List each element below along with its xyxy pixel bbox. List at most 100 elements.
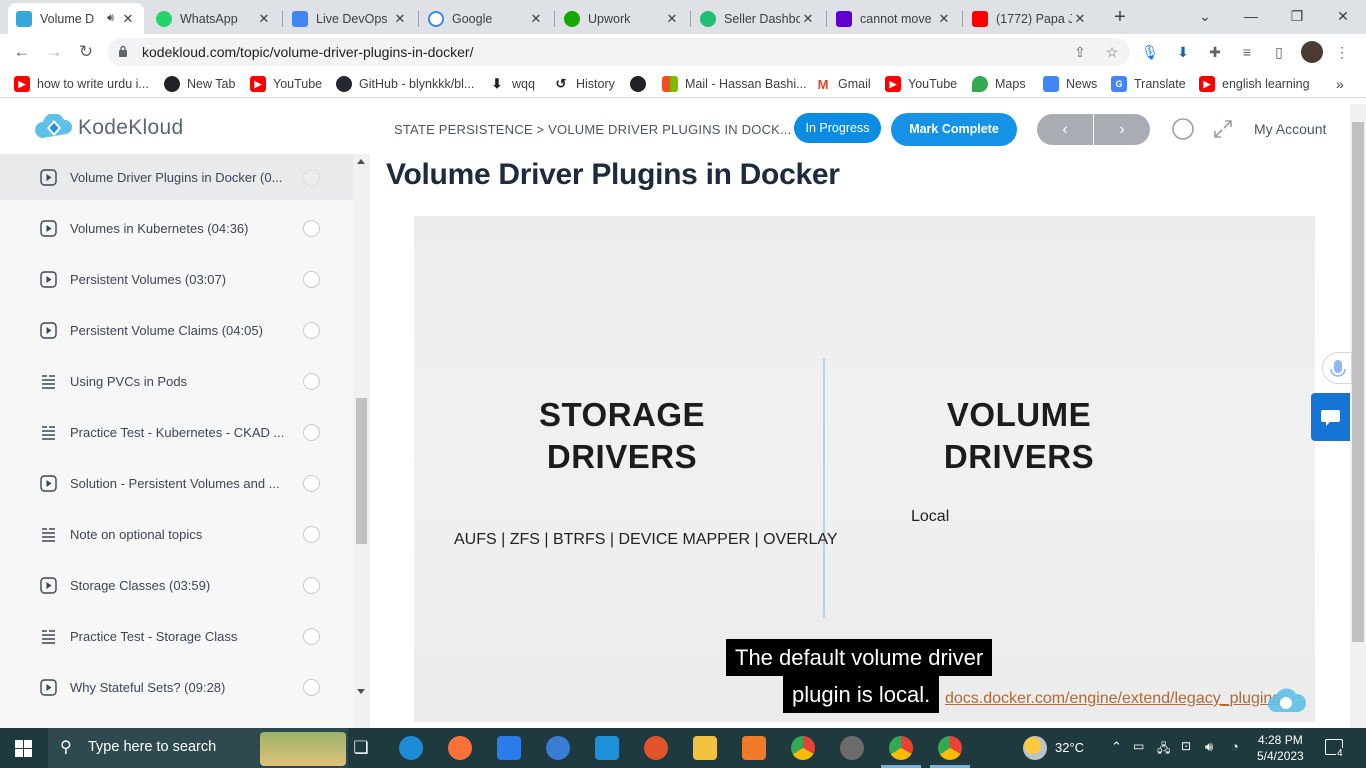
profile-avatar[interactable] — [1301, 41, 1323, 63]
close-icon[interactable]: ✕ — [528, 11, 544, 27]
task-view-icon[interactable]: ❏ — [349, 736, 373, 760]
completion-circle-icon[interactable] — [303, 372, 320, 390]
volume-icon[interactable]: 🔊︎ — [1205, 739, 1213, 755]
tab-google[interactable]: Google ✕ — [420, 3, 552, 34]
sidebar-lesson-item[interactable]: Persistent Volumes (03:07) — [0, 256, 353, 302]
tab-kodekloud[interactable]: Volume D 🔊︎ ✕ — [8, 3, 144, 34]
completion-circle-icon[interactable] — [303, 423, 320, 441]
completion-circle-icon[interactable] — [303, 678, 320, 696]
bookmark-item[interactable]: M Gmail — [815, 75, 871, 93]
voice-widget-icon[interactable] — [1322, 352, 1352, 384]
completion-circle-icon[interactable] — [303, 321, 320, 339]
extensions-icon[interactable]: ✚ — [1205, 42, 1225, 62]
scrollbar-thumb[interactable] — [356, 398, 367, 544]
share-icon[interactable]: ⇪ — [1070, 42, 1090, 62]
file-explorer-icon[interactable] — [693, 736, 717, 760]
close-icon[interactable]: ✕ — [936, 11, 952, 27]
close-icon[interactable]: ✕ — [256, 11, 272, 27]
close-icon[interactable]: ✕ — [664, 11, 680, 27]
minimize-icon[interactable]: — — [1228, 0, 1274, 34]
chrome-profile-icon[interactable] — [889, 736, 913, 760]
sidebar-lesson-item[interactable]: Storage Classes (03:59) — [0, 562, 353, 608]
microphone-extension-icon[interactable]: 🎙︎ — [1140, 42, 1160, 62]
show-hidden-icons-icon[interactable]: ⌃ — [1111, 739, 1122, 755]
sidebar-lesson-item[interactable]: Using PVCs in Pods — [0, 358, 353, 404]
bookmark-item[interactable]: Maps — [972, 75, 1026, 93]
docs-link[interactable]: docs.docker.com/engine/extend/legacy_plu… — [945, 690, 1285, 708]
side-panel-icon[interactable]: ▯ — [1269, 42, 1289, 62]
scrollbar-thumb[interactable] — [1352, 122, 1364, 642]
clock-date[interactable]: 5/4/2023 — [1257, 749, 1304, 763]
new-tab-button[interactable]: + — [1108, 6, 1132, 28]
bookmark-item[interactable]: ▶ YouTube — [885, 75, 957, 93]
close-window-icon[interactable]: ✕ — [1320, 0, 1366, 34]
download-extension-icon[interactable]: ⬇ — [1173, 42, 1193, 62]
store-icon[interactable] — [497, 736, 521, 760]
sidebar-lesson-item[interactable]: Solution - Persistent Volumes and ... — [0, 460, 353, 506]
completion-circle-icon[interactable] — [303, 219, 320, 237]
weather-icon[interactable] — [1023, 736, 1047, 760]
close-icon[interactable]: ✕ — [800, 11, 816, 27]
address-bar[interactable]: kodekloud.com/topic/volume-driver-plugin… — [108, 38, 1130, 66]
completion-circle-icon[interactable] — [303, 474, 320, 492]
firefox-icon[interactable] — [448, 736, 472, 760]
close-icon[interactable]: ✕ — [120, 11, 136, 27]
speaker-icon[interactable]: 🔊︎ — [107, 12, 114, 25]
back-icon[interactable]: ← — [10, 40, 34, 64]
completion-circle-icon[interactable] — [303, 627, 320, 645]
mark-complete-button[interactable]: Mark Complete — [891, 113, 1017, 146]
wifi-icon[interactable]: ◔ — [1231, 739, 1239, 754]
completion-circle-icon[interactable] — [303, 168, 320, 186]
chat-widget-icon[interactable] — [1311, 393, 1350, 441]
teams-icon[interactable] — [546, 736, 570, 760]
tab-yahoo[interactable]: cannot move ✕ — [828, 3, 960, 34]
sidebar-lesson-item[interactable]: Volume Driver Plugins in Docker (0... — [0, 154, 353, 200]
sidebar-lesson-item[interactable]: Practice Test - Storage Class — [0, 613, 353, 659]
mail-icon[interactable] — [595, 736, 619, 760]
network-icon[interactable]: 🖧︎ — [1157, 739, 1170, 760]
close-icon[interactable]: ✕ — [392, 11, 408, 27]
bookmark-item[interactable]: ▶ how to write urdu i... — [14, 75, 149, 93]
dark-mode-toggle-icon[interactable] — [1171, 117, 1195, 141]
reload-icon[interactable]: ↻ — [74, 40, 98, 64]
windows-start-icon[interactable] — [15, 740, 32, 757]
tab-youtube[interactable]: (1772) Papa J ✕ — [964, 3, 1096, 34]
sidebar-lesson-item[interactable]: Practice Test - Kubernetes - CKAD ... — [0, 409, 353, 455]
tab-upwork[interactable]: Upwork ✕ — [556, 3, 688, 34]
scroll-down-arrow-icon[interactable] — [357, 689, 365, 694]
completion-circle-icon[interactable] — [303, 525, 320, 543]
reading-list-icon[interactable]: ≡ — [1237, 42, 1257, 62]
meet-now-icon[interactable]: ⊡ — [1181, 739, 1191, 753]
bookmark-item[interactable]: GitHub - blynkkk/bl... — [336, 75, 474, 93]
clock-time[interactable]: 4:28 PM — [1258, 733, 1303, 747]
menu-kebab-icon[interactable]: ⋮ — [1332, 42, 1352, 62]
previous-lesson-button[interactable]: ‹ — [1037, 114, 1093, 145]
sidebar-lesson-item[interactable]: Volumes in Kubernetes (04:36) — [0, 205, 353, 251]
taskbar-search[interactable]: ⚲ Type here to search — [48, 728, 348, 768]
chrome-profile-icon[interactable] — [938, 736, 962, 760]
edge-icon[interactable] — [399, 736, 423, 760]
kodekloud-logo[interactable]: KodeKloud — [34, 114, 183, 142]
bookmark-item[interactable]: G Translate — [1111, 75, 1186, 93]
forward-icon[interactable]: → — [42, 40, 66, 64]
restore-icon[interactable]: ❐ — [1274, 0, 1320, 34]
settings-app-icon[interactable] — [742, 736, 766, 760]
sidebar-scrollbar[interactable] — [353, 154, 370, 728]
bookmark-item[interactable]: ↺ History — [553, 75, 615, 93]
bookmark-item[interactable]: New Tab — [164, 75, 235, 93]
tab-seller-dashboard[interactable]: Seller Dashbo ✕ — [692, 3, 824, 34]
bookmark-item[interactable]: News — [1043, 75, 1097, 93]
fullscreen-icon[interactable] — [1211, 117, 1235, 141]
more-bookmarks-icon[interactable]: » — [1336, 75, 1344, 93]
next-lesson-button[interactable]: › — [1094, 114, 1150, 145]
camera-app-icon[interactable] — [840, 736, 864, 760]
bookmark-item[interactable]: ▶ YouTube — [250, 75, 322, 93]
bookmark-item[interactable]: ⬇ wqq — [489, 75, 535, 93]
sidebar-lesson-item[interactable]: Note on optional topics — [0, 511, 353, 557]
page-scrollbar[interactable] — [1350, 104, 1366, 728]
chrome-icon[interactable] — [791, 736, 815, 760]
battery-icon[interactable]: ▭ — [1133, 739, 1144, 753]
my-account-link[interactable]: My Account — [1254, 121, 1326, 137]
bookmark-item[interactable] — [630, 75, 653, 93]
scroll-up-arrow-icon[interactable] — [357, 159, 365, 164]
